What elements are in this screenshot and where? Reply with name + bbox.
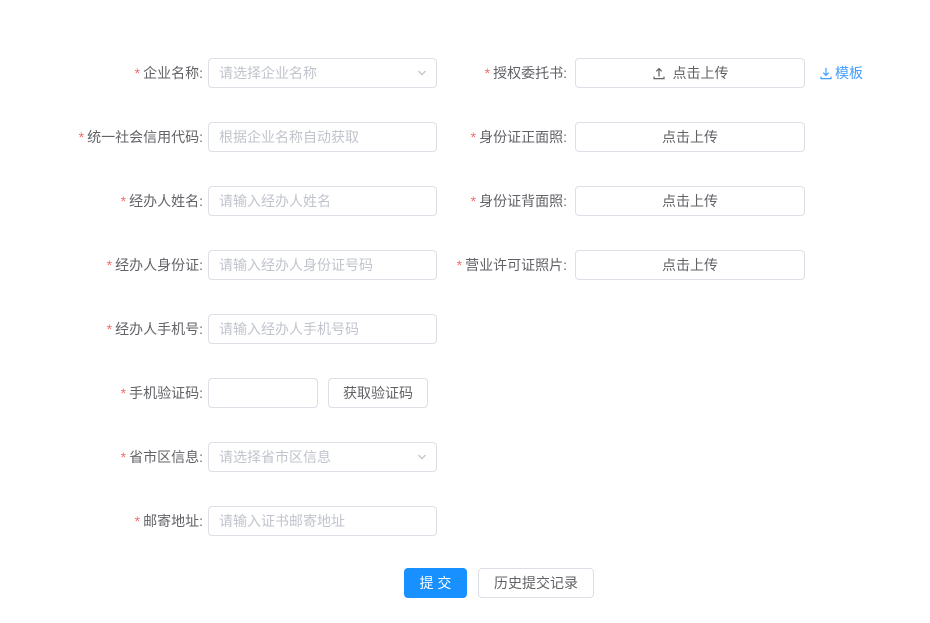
sms-code-label: *手机验证码: [0,378,203,408]
required-asterisk: * [107,321,112,337]
label-text: 授权委托书: [493,65,567,81]
region-select[interactable] [208,442,437,472]
required-asterisk: * [471,193,476,209]
upload-button-label: 点击上传 [673,63,729,83]
agent-phone-label: *经办人手机号: [0,314,203,344]
upload-icon [652,66,666,80]
region-select-input[interactable] [208,442,437,472]
form-row-region: *省市区信息: [0,442,930,472]
template-link-label: 模板 [835,63,863,83]
authorization-upload-button[interactable]: 点击上传 [575,58,805,88]
get-code-button[interactable]: 获取验证码 [328,378,428,408]
template-download-link[interactable]: 模板 [819,58,863,88]
form-row-sms-code: *手机验证码: 获取验证码 [0,378,930,408]
upload-button-label: 点击上传 [662,191,718,211]
required-asterisk: * [457,257,462,273]
label-text: 邮寄地址: [143,513,203,529]
form-row-agent-phone: *经办人手机号: [0,314,930,344]
mailing-address-label: *邮寄地址: [0,506,203,536]
download-icon [819,66,833,80]
form-row-id-back: *身份证背面照: 点击上传 [0,186,930,216]
label-text: 身份证背面照: [479,193,567,209]
region-label: *省市区信息: [0,442,203,472]
required-asterisk: * [121,385,126,401]
label-text: 经办人手机号: [115,321,203,337]
sms-code-input[interactable] [208,378,318,408]
mailing-address-input[interactable] [208,506,437,536]
form-row-business-license: *营业许可证照片: 点击上传 [0,250,930,280]
required-asterisk: * [121,449,126,465]
mailing-address-field [208,506,437,536]
form-row-authorization: *授权委托书: 点击上传 模板 [0,58,930,88]
agent-phone-input[interactable] [208,314,437,344]
submit-button[interactable]: 提 交 [404,568,467,598]
registration-form-page: *企业名称: *统一社会信用代码: *经办人姓名: *经办人身份证: *经办人手… [0,0,930,623]
business-license-upload-button[interactable]: 点击上传 [575,250,805,280]
id-back-upload-button[interactable]: 点击上传 [575,186,805,216]
form-row-id-front: *身份证正面照: 点击上传 [0,122,930,152]
history-button[interactable]: 历史提交记录 [478,568,594,598]
label-text: 营业许可证照片: [465,257,567,273]
label-text: 省市区信息: [129,449,203,465]
id-front-upload-button[interactable]: 点击上传 [575,122,805,152]
form-row-mailing-address: *邮寄地址: [0,506,930,536]
agent-phone-field [208,314,437,344]
business-license-label: *营业许可证照片: [380,250,567,280]
required-asterisk: * [485,65,490,81]
upload-button-label: 点击上传 [662,127,718,147]
required-asterisk: * [135,513,140,529]
label-text: 手机验证码: [129,385,203,401]
sms-code-field [208,378,318,408]
label-text: 身份证正面照: [479,129,567,145]
id-front-label: *身份证正面照: [380,122,567,152]
required-asterisk: * [471,129,476,145]
id-back-label: *身份证背面照: [380,186,567,216]
authorization-label: *授权委托书: [380,58,567,88]
upload-button-label: 点击上传 [662,255,718,275]
